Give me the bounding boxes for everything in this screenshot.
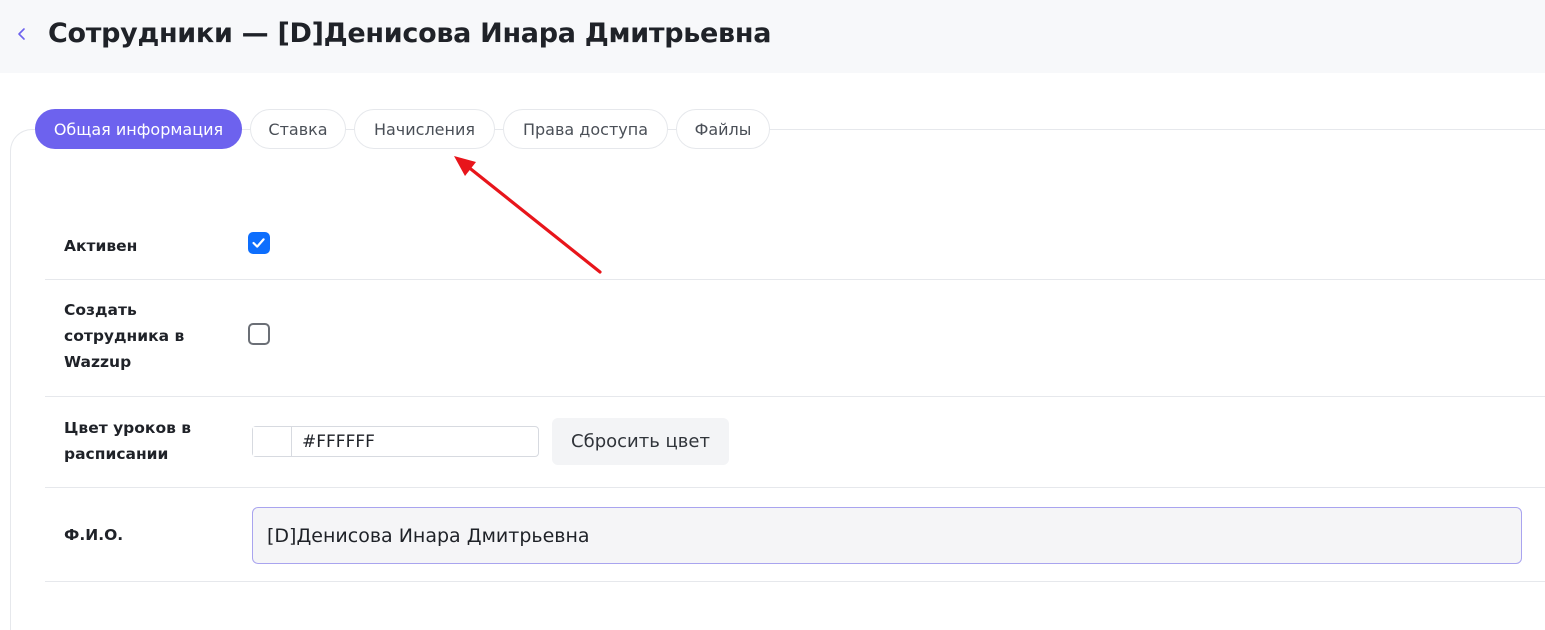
lesson-color-picker — [252, 426, 539, 457]
chevron-left-icon[interactable] — [12, 24, 32, 44]
tab-general-info[interactable]: Общая информация — [35, 109, 242, 149]
fio-input[interactable] — [252, 507, 1522, 564]
page-header: Сотрудники — [D]Денисова Инара Дмитрьевн… — [0, 0, 1545, 73]
tab-access-rights[interactable]: Права доступа — [503, 109, 668, 149]
page-title: Сотрудники — [D]Денисова Инара Дмитрьевн… — [48, 18, 772, 49]
active-label: Активен — [64, 237, 138, 255]
wazzup-label: Создать сотрудника в Wazzup — [64, 301, 185, 371]
row-divider — [45, 279, 1545, 280]
row-divider — [45, 396, 1545, 397]
color-swatch[interactable] — [253, 427, 292, 456]
lesson-color-label: Цвет уроков в расписании — [64, 419, 192, 463]
row-divider — [45, 487, 1545, 488]
tab-rate[interactable]: Ставка — [250, 109, 346, 149]
row-divider — [45, 581, 1545, 582]
reset-color-button[interactable]: Сбросить цвет — [552, 418, 729, 465]
fio-label: Ф.И.О. — [64, 526, 124, 544]
color-hex-input[interactable] — [292, 427, 538, 456]
checkmark-icon — [252, 238, 265, 248]
wazzup-checkbox[interactable] — [248, 323, 270, 345]
tab-files[interactable]: Файлы — [676, 109, 770, 149]
active-checkbox[interactable] — [248, 232, 270, 254]
tab-accruals[interactable]: Начисления — [354, 109, 495, 149]
